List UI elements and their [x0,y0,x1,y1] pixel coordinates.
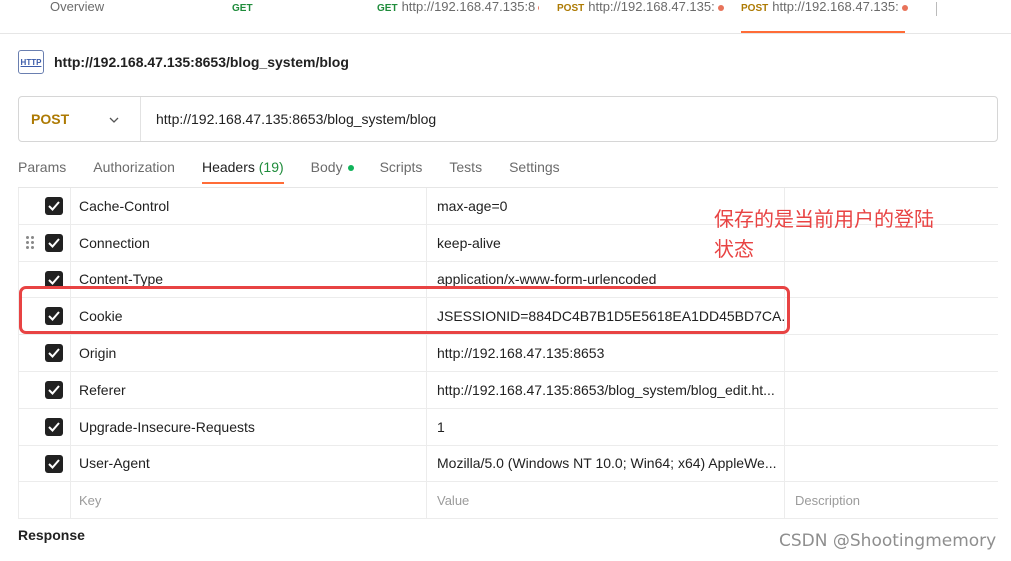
tab-authorization[interactable]: Authorization [93,152,175,182]
tab-params[interactable]: Params [18,152,66,182]
active-tab-indicator [741,31,905,33]
header-value[interactable]: http://192.168.47.135:8653 [427,335,785,371]
header-value[interactable]: 1 [427,408,785,445]
header-description[interactable] [785,335,998,371]
header-value[interactable]: http://192.168.47.135:8653/blog_system/b… [427,371,785,408]
tab-label: http://192.168.47.135:8 [401,0,536,14]
checkbox-checked[interactable] [45,417,63,436]
tab-label: Overview [50,0,105,14]
tab-headers-label: Headers [201,159,255,175]
description-input[interactable]: Description [785,482,998,518]
header-key[interactable]: Upgrade-Insecure-Requests [71,408,427,445]
url-bar: POST http://192.168.47.135:8653/blog_sys… [18,96,998,142]
unsaved-dot [717,4,724,11]
tab-method: POST [741,3,769,14]
header-description[interactable] [785,409,998,445]
checkbox-checked[interactable] [45,233,63,252]
method-select[interactable]: POST [19,97,141,141]
request-title-bar: HTTP http://192.168.47.135:8653/blog_sys… [18,48,349,76]
table-row: Origin http://192.168.47.135:8653 [18,335,998,372]
header-description[interactable] [785,262,998,298]
http-icon: HTTP [18,50,44,74]
key-input[interactable]: Key [71,482,427,519]
header-value[interactable]: Mozilla/5.0 (Windows NT 10.0; Win64; x64… [427,445,785,482]
tab-post-request[interactable]: POST http://192.168.47.135: [557,0,727,20]
tab-headers[interactable]: Headers (19) [201,152,284,184]
header-description[interactable] [785,446,998,482]
method-label: POST [31,111,70,127]
tab-method: GET [377,3,398,14]
tab-divider [936,2,937,16]
request-tab-strip: Overview GET GET http://192.168.47.135:8 … [0,0,1011,34]
unsaved-dot [901,4,908,11]
checkbox-checked[interactable] [45,197,63,215]
chevron-down-icon [109,112,119,126]
request-title[interactable]: http://192.168.47.135:8653/blog_system/b… [54,54,349,70]
header-description[interactable] [785,372,998,408]
tab-tests[interactable]: Tests [449,152,482,182]
header-description[interactable] [785,298,998,334]
tab-get-request[interactable]: GET [232,0,352,20]
checkbox-checked[interactable] [45,344,63,363]
header-key[interactable]: Referer [71,371,427,408]
tab-settings[interactable]: Settings [509,152,560,182]
tab-method: GET [232,3,253,14]
header-key[interactable]: Cache-Control [71,188,427,224]
url-input[interactable]: http://192.168.47.135:8653/blog_system/b… [141,111,436,127]
cookie-highlight-box [19,286,790,334]
tab-body[interactable]: Body [311,152,354,182]
table-row: Upgrade-Insecure-Requests 1 [18,408,998,446]
tab-label: http://192.168.47.135: [588,0,715,14]
annotation-text: 保存的是当前用户的登陆状态 [714,207,934,261]
tab-label: http://192.168.47.135: [772,0,899,14]
response-label[interactable]: Response [18,527,85,543]
header-key[interactable]: Origin [71,335,427,371]
body-status-dot [347,165,354,172]
table-row: User-Agent Mozilla/5.0 (Windows NT 10.0;… [18,445,998,483]
checkbox-checked[interactable] [45,380,63,399]
tab-get-request-2[interactable]: GET http://192.168.47.135:8 [377,0,539,20]
tab-post-request-active[interactable]: POST http://192.168.47.135: [741,0,913,20]
unsaved-dot [538,4,539,11]
request-subtabs: Params Authorization Headers (19) Body S… [18,152,560,186]
tab-body-label: Body [310,159,343,175]
drag-handle-icon[interactable] [26,235,36,250]
tab-overview[interactable]: Overview [50,0,140,20]
checkbox-checked[interactable] [45,454,63,473]
header-key[interactable]: Connection [71,224,427,261]
table-row: Referer http://192.168.47.135:8653/blog_… [18,371,998,409]
tab-method: POST [557,3,585,14]
watermark: CSDN @Shootingmemory [779,531,997,551]
headers-count-badge: (19) [258,159,284,175]
value-input[interactable]: Value [427,482,785,519]
header-key[interactable]: User-Agent [71,445,427,482]
table-row-new: Key Value Description [18,482,998,520]
tab-scripts[interactable]: Scripts [380,152,423,182]
